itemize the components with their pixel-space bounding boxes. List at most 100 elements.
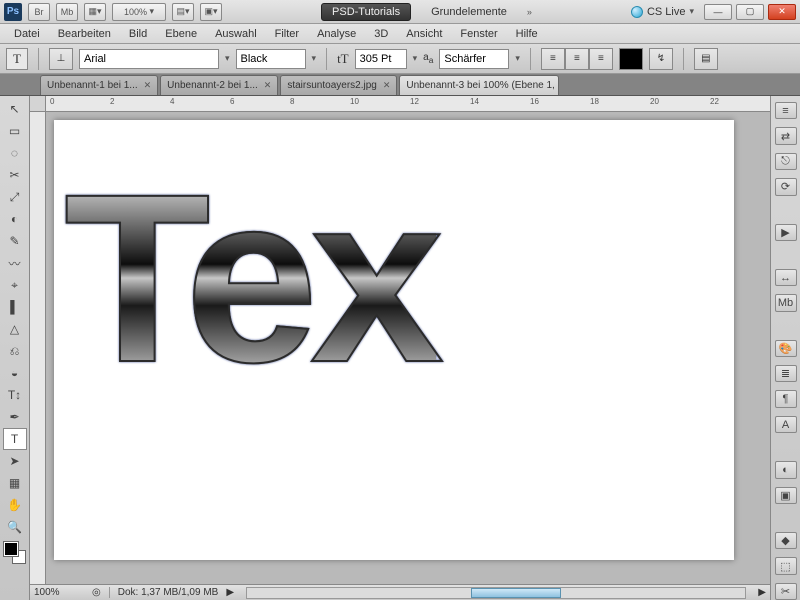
panel-icon[interactable]: ▶	[775, 224, 797, 241]
character-panel-icon[interactable]: A	[775, 416, 797, 433]
align-center-button[interactable]: ≡	[565, 48, 589, 70]
horizontal-ruler[interactable]: 0 2 4 6 8 10 12 14 16 18 20 22	[46, 96, 770, 112]
status-play-icon[interactable]: ▶	[226, 587, 234, 598]
paragraph-panel-icon[interactable]: ¶	[775, 390, 797, 407]
brush-tool[interactable]: 〰	[3, 252, 27, 274]
close-tab-icon[interactable]: ✕	[264, 80, 272, 91]
workspace-selected-button[interactable]: PSD-Tutorials	[321, 3, 411, 21]
font-family-field[interactable]	[79, 49, 219, 69]
align-left-button[interactable]: ≡	[541, 48, 565, 70]
foreground-color-swatch[interactable]	[4, 542, 18, 556]
menu-ansicht[interactable]: Ansicht	[398, 26, 450, 42]
swatches-panel-icon[interactable]: ≣	[775, 365, 797, 382]
zoom-tool[interactable]: 🔍	[3, 516, 27, 538]
document-tab-active[interactable]: Unbenannt-3 bei 100% (Ebene 1, RGB/8) *✕	[399, 75, 559, 95]
layers-panel-icon[interactable]: ◆	[775, 532, 797, 549]
workspace-next-button[interactable]: Grundelemente	[427, 4, 511, 20]
healing-tool[interactable]: ✎	[3, 230, 27, 252]
align-right-button[interactable]: ≡	[589, 48, 613, 70]
font-size-field[interactable]	[355, 49, 407, 69]
panel-icon[interactable]: ↔	[775, 269, 797, 286]
close-button[interactable]: ✕	[768, 4, 796, 20]
color-panel-icon[interactable]: 🎨	[775, 340, 797, 357]
panel-icon[interactable]: ⟳	[775, 178, 797, 195]
canvas-text-layer[interactable]: Tex	[64, 140, 436, 416]
type-tool[interactable]: T	[3, 428, 27, 450]
chevron-down-icon[interactable]: ▾	[225, 53, 230, 64]
zoom-level-button[interactable]: 100% ▾	[112, 3, 166, 21]
pen-tool[interactable]: ✒	[3, 406, 27, 428]
quick-select-tool[interactable]: ✂	[3, 164, 27, 186]
close-tab-icon[interactable]: ✕	[144, 80, 152, 91]
menu-analyse[interactable]: Analyse	[309, 26, 364, 42]
minibridge-panel-icon[interactable]: Mb	[775, 294, 797, 311]
menu-auswahl[interactable]: Auswahl	[207, 26, 265, 42]
minibridge-button[interactable]: Mb	[56, 3, 78, 21]
menu-fenster[interactable]: Fenster	[452, 26, 505, 42]
warp-text-button[interactable]: ↯	[649, 48, 673, 70]
view-extras-button[interactable]: ▦▾	[84, 3, 106, 21]
screen-mode-button[interactable]: ▣▾	[200, 3, 222, 21]
eyedropper-tool[interactable]: ◐	[3, 208, 27, 230]
maximize-button[interactable]: ▢	[736, 4, 764, 20]
document-canvas[interactable]: Tex	[54, 120, 734, 560]
character-panel-button[interactable]: ▤	[694, 48, 718, 70]
current-tool-icon[interactable]: T	[6, 48, 28, 70]
chevron-down-icon[interactable]: ▾	[413, 53, 418, 64]
document-tab[interactable]: stairsuntoayers2.jpg ✕	[280, 75, 397, 95]
menu-filter[interactable]: Filter	[267, 26, 307, 42]
ruler-origin[interactable]	[30, 96, 46, 112]
chevron-down-icon: ▾	[689, 6, 694, 17]
stamp-tool[interactable]: ⌖	[3, 274, 27, 296]
minimize-button[interactable]: —	[704, 4, 732, 20]
font-style-field[interactable]	[236, 49, 306, 69]
ruler-tick: 2	[110, 97, 114, 106]
panel-icon[interactable]: ⎋	[775, 153, 797, 170]
crop-tool[interactable]: ⤢	[3, 186, 27, 208]
bridge-button[interactable]: Br	[28, 3, 50, 21]
antialias-field[interactable]	[439, 49, 509, 69]
eraser-tool[interactable]: △	[3, 318, 27, 340]
close-tab-icon[interactable]: ✕	[383, 80, 391, 91]
channels-panel-icon[interactable]: ⬚	[775, 557, 797, 574]
path-select-tool[interactable]: ➤	[3, 450, 27, 472]
panel-icon[interactable]: ⇄	[775, 127, 797, 144]
status-docinfo[interactable]: Dok: 1,37 MB/1,09 MB	[109, 587, 219, 598]
lasso-tool[interactable]: ◌	[3, 142, 27, 164]
text-color-swatch[interactable]	[619, 48, 643, 70]
chevron-down-icon[interactable]: ▾	[312, 53, 317, 64]
panel-icon[interactable]: ≡	[775, 102, 797, 119]
move-tool[interactable]: ↖	[3, 98, 27, 120]
history-brush-tool[interactable]: ▌	[3, 296, 27, 318]
menu-hilfe[interactable]: Hilfe	[508, 26, 546, 42]
document-tab[interactable]: Unbenannt-2 bei 1...✕	[160, 75, 278, 95]
vertical-ruler[interactable]	[30, 112, 46, 584]
color-swatches[interactable]	[4, 542, 26, 564]
cs-live-button[interactable]: CS Live ▾	[631, 6, 694, 18]
text-orientation-button[interactable]: ⊥	[49, 48, 73, 70]
arrange-docs-button[interactable]: ▤▾	[172, 3, 194, 21]
canvas-viewport[interactable]: Tex	[46, 112, 770, 584]
horizontal-scrollbar[interactable]	[246, 587, 746, 599]
menu-3d[interactable]: 3D	[366, 26, 396, 42]
workspace-more-icon[interactable]: »	[527, 7, 532, 17]
masks-panel-icon[interactable]: ▣	[775, 487, 797, 504]
menu-datei[interactable]: Datei	[6, 26, 48, 42]
gradient-tool[interactable]: ⎌	[3, 340, 27, 362]
adjustments-panel-icon[interactable]: ◐	[775, 461, 797, 478]
tab-label: stairsuntoayers2.jpg	[287, 80, 377, 91]
menu-bearbeiten[interactable]: Bearbeiten	[50, 26, 119, 42]
scrollbar-thumb[interactable]	[471, 588, 561, 598]
scroll-right-icon[interactable]: ▶	[758, 587, 766, 598]
hand-tool[interactable]: ✋	[3, 494, 27, 516]
marquee-tool[interactable]: ▭	[3, 120, 27, 142]
status-zoom[interactable]: 100%	[34, 587, 84, 598]
document-tab[interactable]: Unbenannt-1 bei 1...✕	[40, 75, 158, 95]
blur-tool[interactable]: ◒	[3, 362, 27, 384]
paths-panel-icon[interactable]: ✂	[775, 583, 797, 600]
shape-tool[interactable]: ▦	[3, 472, 27, 494]
chevron-down-icon[interactable]: ▾	[515, 53, 520, 64]
dodge-tool[interactable]: T↕	[3, 384, 27, 406]
menu-bild[interactable]: Bild	[121, 26, 155, 42]
menu-ebene[interactable]: Ebene	[157, 26, 205, 42]
